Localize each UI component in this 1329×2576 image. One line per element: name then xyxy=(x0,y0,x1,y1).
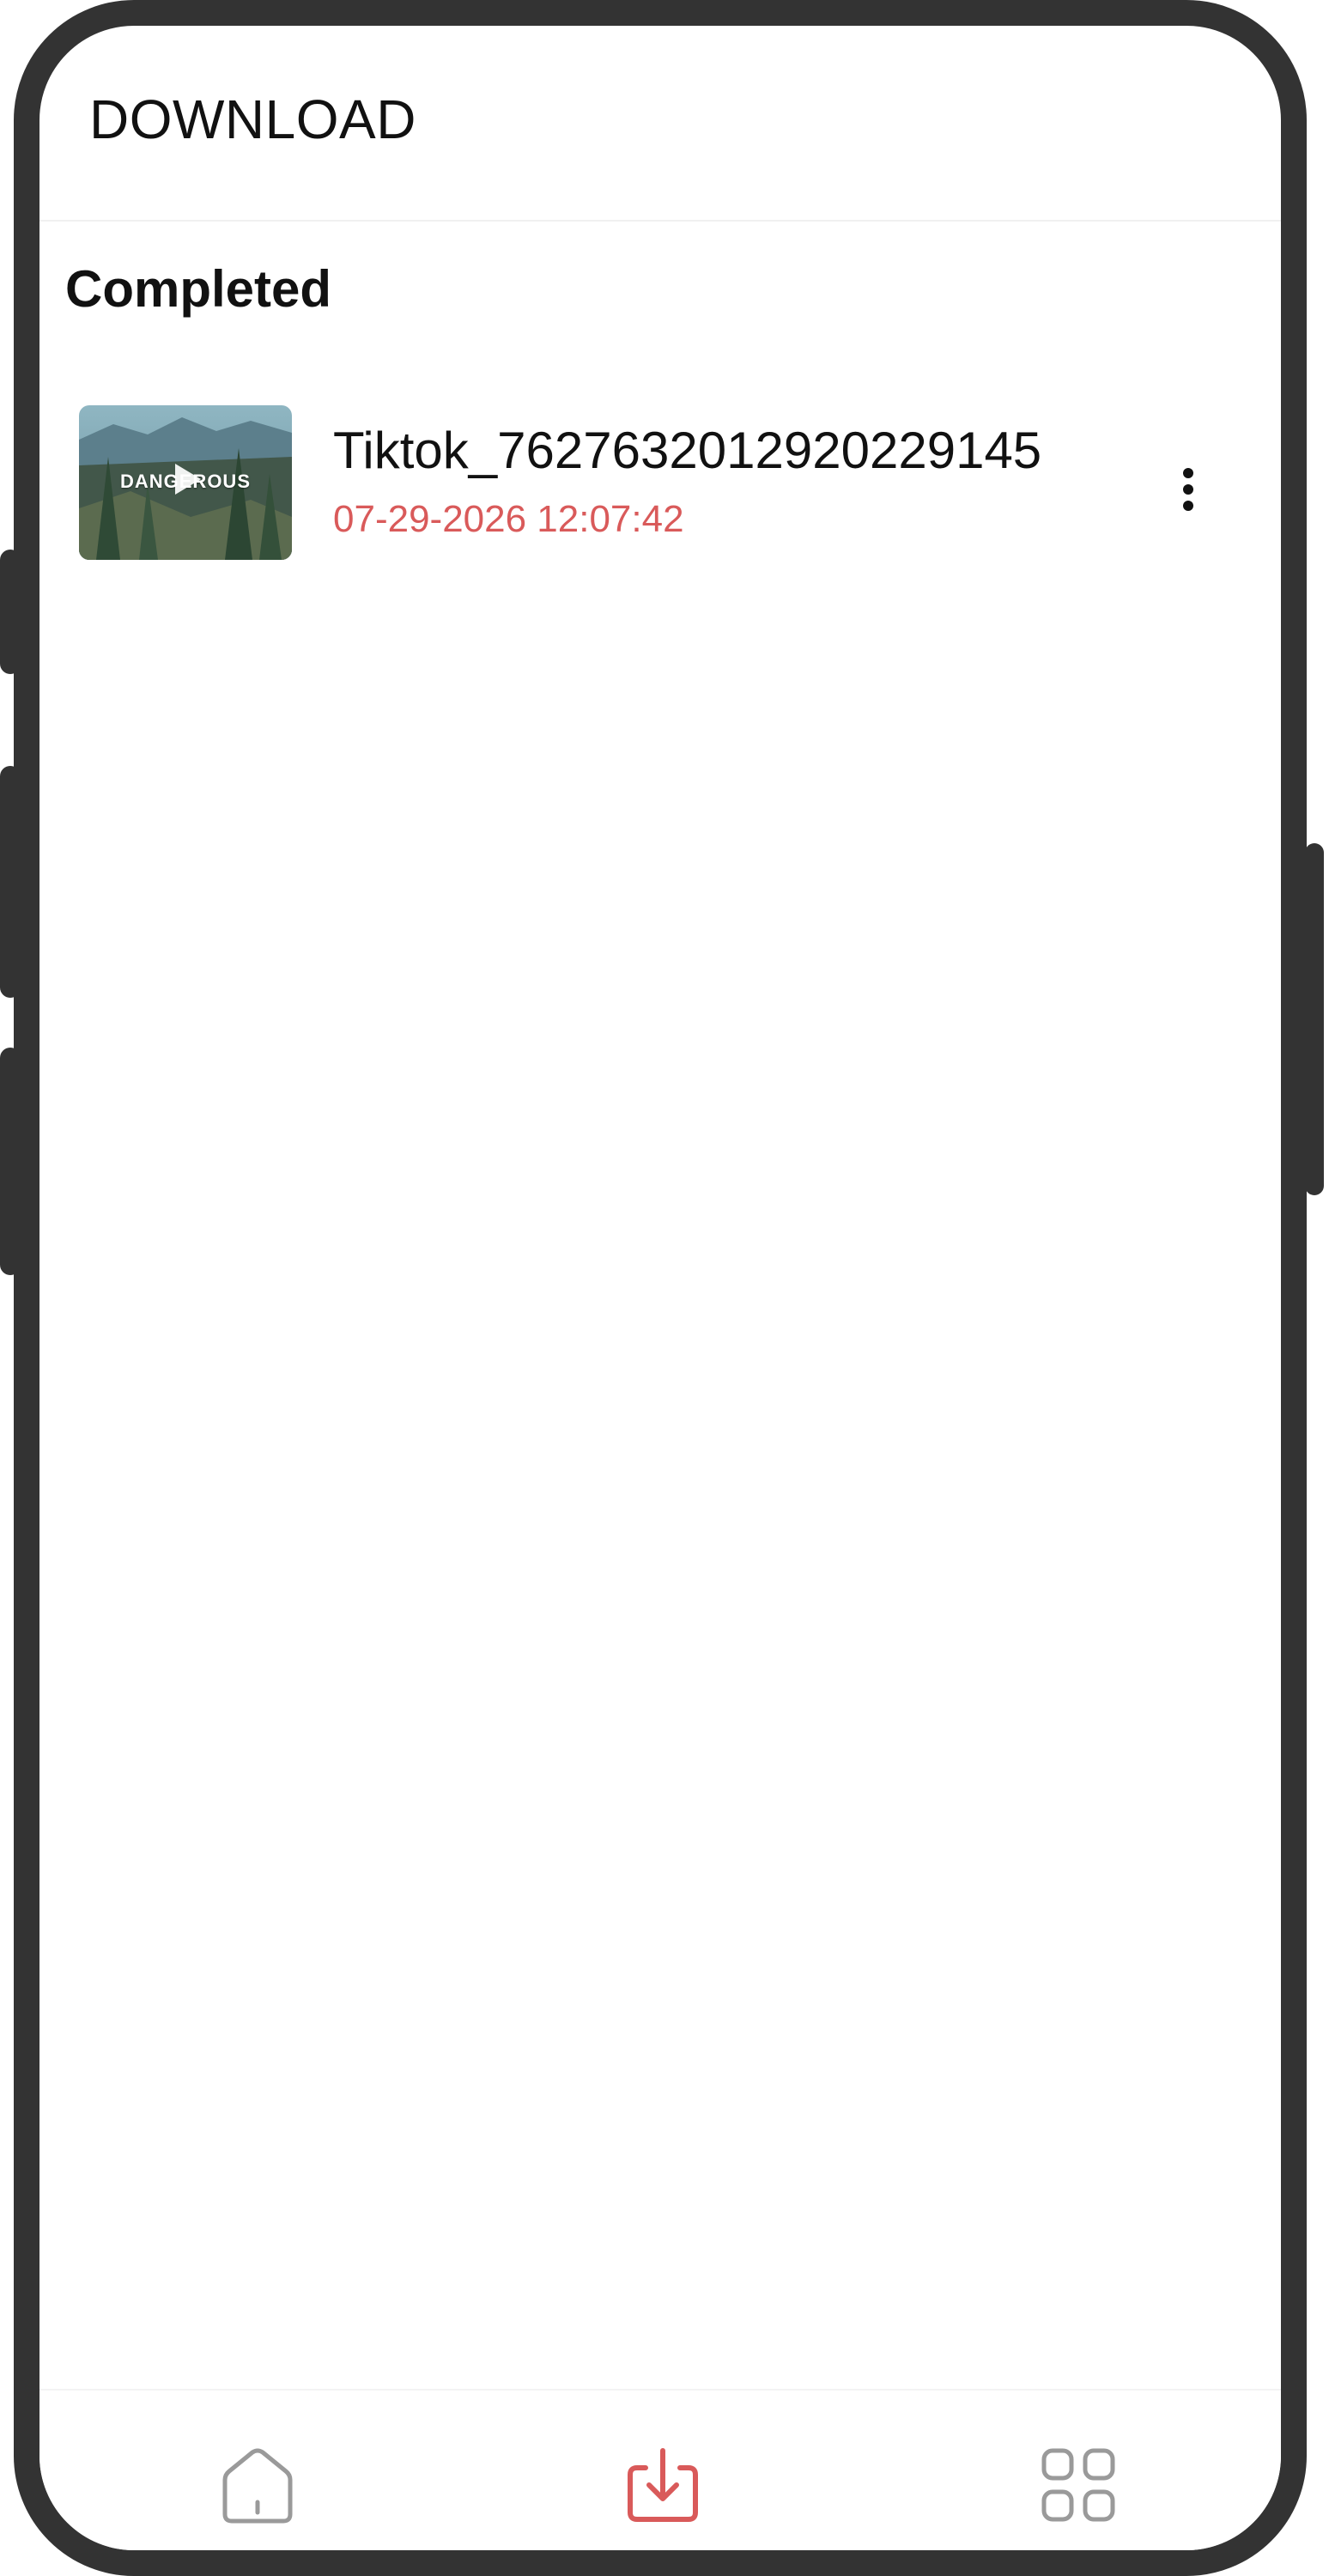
nav-apps-button[interactable] xyxy=(1035,2442,1121,2528)
download-date: 07-29-2026 12:07:42 xyxy=(333,498,684,540)
more-dot-icon xyxy=(1183,468,1193,478)
download-icon xyxy=(628,2448,698,2522)
more-dot-icon xyxy=(1183,501,1193,511)
download-list-item[interactable]: DANGEROUS Tiktok_7627632012920229145 07-… xyxy=(65,378,1267,560)
grid-icon xyxy=(1041,2448,1115,2522)
app-screen: DOWNLOAD Completed DANGEROUS Tiktok_7627… xyxy=(39,26,1281,2550)
play-icon xyxy=(175,464,201,495)
power-button xyxy=(1305,843,1324,1195)
nav-download-button[interactable] xyxy=(620,2442,706,2528)
phone-frame: DOWNLOAD Completed DANGEROUS Tiktok_7627… xyxy=(14,0,1307,2576)
page-title: DOWNLOAD xyxy=(89,88,416,150)
download-file-name: Tiktok_7627632012920229145 xyxy=(333,422,1042,479)
nav-home-button[interactable] xyxy=(215,2442,300,2528)
app-header: DOWNLOAD xyxy=(39,26,1281,222)
more-options-button[interactable] xyxy=(1162,455,1214,524)
bottom-navigation xyxy=(39,2389,1281,2550)
home-icon xyxy=(222,2448,293,2524)
video-thumbnail[interactable]: DANGEROUS xyxy=(79,405,292,560)
device-stage: DOWNLOAD Completed DANGEROUS Tiktok_7627… xyxy=(0,0,1329,2576)
section-title-completed: Completed xyxy=(65,260,332,318)
more-dot-icon xyxy=(1183,484,1193,495)
